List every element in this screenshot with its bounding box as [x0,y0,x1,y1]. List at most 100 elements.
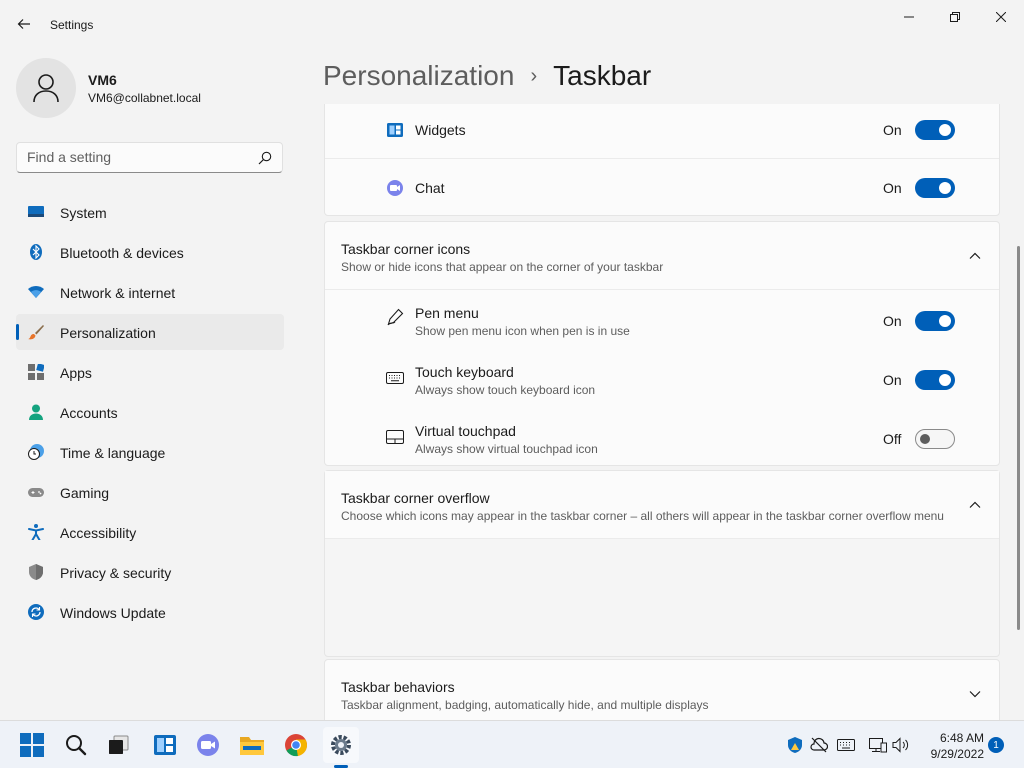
sidebar-item-label: Windows Update [60,605,166,621]
sidebar-item-system[interactable]: System [16,194,284,230]
virtual-touchpad-row: Virtual touchpad Always show virtual tou… [325,408,999,467]
windows-taskbar: 6:48 AM 9/29/2022 1 [0,720,1024,768]
pen-menu-label: Pen menu [415,305,479,321]
virtual-touchpad-description: Always show virtual touchpad icon [415,442,598,456]
chevron-up-icon[interactable] [967,248,983,264]
task-view-icon [109,735,129,754]
person-icon [33,74,59,103]
settings-taskbar-button[interactable] [323,727,359,763]
restore-button[interactable] [932,6,978,28]
breadcrumb-separator: › [530,64,538,87]
scrollbar[interactable] [1017,246,1020,630]
title-bar: Settings [0,0,1024,48]
task-view-button[interactable] [101,727,137,763]
widgets-taskbar-button[interactable] [147,727,183,763]
widgets-icon [387,123,403,137]
search-box[interactable] [16,142,283,173]
system-icon [28,206,44,217]
sidebar-item-label: Time & language [60,445,166,461]
sidebar-item-label: Personalization [60,325,156,341]
sidebar-item-label: Bluetooth & devices [60,245,184,261]
minimize-button[interactable] [886,6,932,28]
pen-icon [387,308,404,326]
corner-overflow-header[interactable]: Taskbar corner overflow Choose which ico… [325,471,999,538]
taskbar-items-card: Widgets On Chat On [324,104,1000,216]
volume-tray-icon[interactable] [892,736,910,754]
pen-menu-toggle[interactable] [915,311,955,331]
sidebar-item-accounts[interactable]: Accounts [16,394,284,430]
onedrive-tray-icon[interactable] [810,736,828,754]
keyboard-icon [386,372,404,384]
notification-badge[interactable]: 1 [988,737,1004,753]
chevron-up-icon[interactable] [967,497,983,513]
touch-keyboard-description: Always show touch keyboard icon [415,383,596,397]
sidebar-item-apps[interactable]: Apps [16,354,284,390]
sidebar-item-label: System [60,205,107,221]
folder-icon [240,737,264,755]
start-button[interactable] [14,727,50,763]
chat-icon [197,734,219,756]
cloud-offline-icon [810,737,828,753]
search-icon[interactable] [258,151,272,165]
pen-menu-description: Show pen menu icon when pen is in use [415,324,630,338]
sidebar-item-time-language[interactable]: Time & language [16,434,284,470]
sidebar-item-label: Accounts [60,405,118,421]
virtual-touchpad-state: Off [883,431,902,447]
sidebar-item-gaming[interactable]: Gaming [16,474,284,510]
search-button[interactable] [58,727,94,763]
gamepad-icon [28,488,44,497]
avatar[interactable] [16,58,76,118]
chat-state: On [883,180,902,196]
corner-overflow-title: Taskbar corner overflow [341,490,490,506]
file-explorer-button[interactable] [234,727,270,763]
taskbar-behaviors-card[interactable]: Taskbar behaviors Taskbar alignment, bad… [324,659,1000,722]
sidebar-item-windows-update[interactable]: Windows Update [16,594,284,630]
sidebar-item-label: Apps [60,365,92,381]
settings-content: Widgets On Chat On Taskbar corner icons … [324,104,1000,722]
corner-overflow-subtitle: Choose which icons may appear in the tas… [341,509,944,523]
update-icon [28,604,44,620]
taskbar-clock[interactable]: 6:48 AM 9/29/2022 [918,730,984,762]
widgets-icon [154,735,176,755]
chat-row: Chat On [325,159,999,217]
behaviors-title: Taskbar behaviors [341,679,455,695]
virtual-touchpad-toggle[interactable] [915,429,955,449]
brush-icon [28,325,44,340]
apps-icon [28,364,44,380]
widgets-label: Widgets [415,122,466,138]
pen-menu-state: On [883,313,902,329]
back-button[interactable] [14,14,34,34]
taskbar-corner-icons-card: Taskbar corner icons Show or hide icons … [324,221,1000,466]
divider [325,538,999,539]
network-tray-icon[interactable] [869,736,887,754]
security-tray-icon[interactable] [786,736,804,754]
corner-icons-header[interactable]: Taskbar corner icons Show or hide icons … [325,222,999,289]
breadcrumb-parent[interactable]: Personalization [323,60,514,92]
user-name: VM6 [88,72,117,88]
touch-keyboard-row: Touch keyboard Always show touch keyboar… [325,349,999,408]
sidebar-item-label: Gaming [60,485,110,501]
chevron-down-icon[interactable] [967,686,983,702]
sidebar-item-network[interactable]: Network & internet [16,274,284,310]
chat-toggle[interactable] [915,178,955,198]
sidebar-item-accessibility[interactable]: Accessibility [16,514,284,550]
touch-keyboard-tray-icon[interactable] [837,736,855,754]
search-input[interactable] [27,149,247,165]
network-icon [869,738,887,753]
sidebar-item-privacy-security[interactable]: Privacy & security [16,554,284,590]
user-profile[interactable]: VM6 VM6@collabnet.local [16,58,286,118]
chrome-button[interactable] [278,727,314,763]
sidebar-item-label: Privacy & security [60,565,172,581]
search-icon [66,735,87,756]
windows-logo-icon [20,733,44,757]
touch-keyboard-state: On [883,372,902,388]
widgets-toggle[interactable] [915,120,955,140]
wifi-icon [28,286,44,298]
pen-menu-row: Pen menu Show pen menu icon when pen is … [325,290,999,349]
touch-keyboard-toggle[interactable] [915,370,955,390]
sidebar-item-personalization[interactable]: Personalization [16,314,284,350]
sidebar-item-bluetooth[interactable]: Bluetooth & devices [16,234,284,270]
minimize-icon [904,16,914,18]
chat-taskbar-button[interactable] [190,727,226,763]
close-button[interactable] [978,6,1024,28]
